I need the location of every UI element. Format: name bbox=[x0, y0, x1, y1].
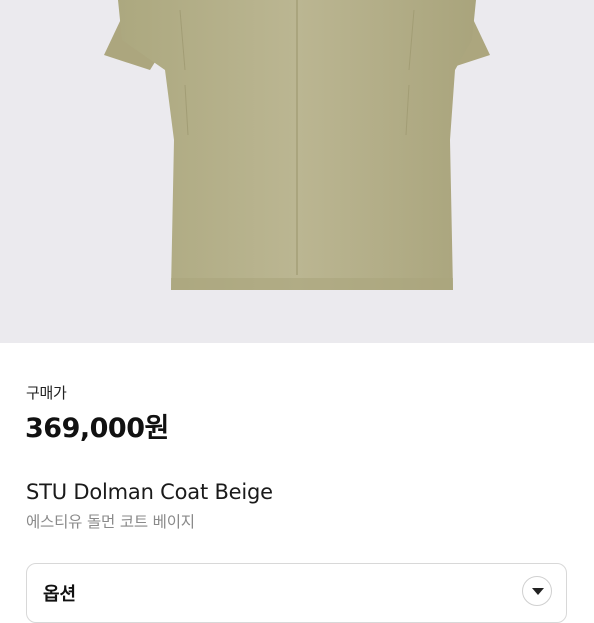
product-image[interactable] bbox=[0, 0, 594, 343]
coat-illustration bbox=[104, 0, 490, 290]
product-title: STU Dolman Coat Beige bbox=[26, 480, 273, 504]
option-label: 옵션 bbox=[43, 584, 77, 605]
price: 369,000원 bbox=[25, 413, 169, 444]
product-subtitle: 에스티유 돌먼 코트 베이지 bbox=[26, 513, 195, 531]
price-label: 구매가 bbox=[26, 384, 67, 402]
option-selector[interactable]: 옵션 bbox=[26, 563, 567, 623]
option-dropdown-button[interactable] bbox=[522, 576, 552, 606]
